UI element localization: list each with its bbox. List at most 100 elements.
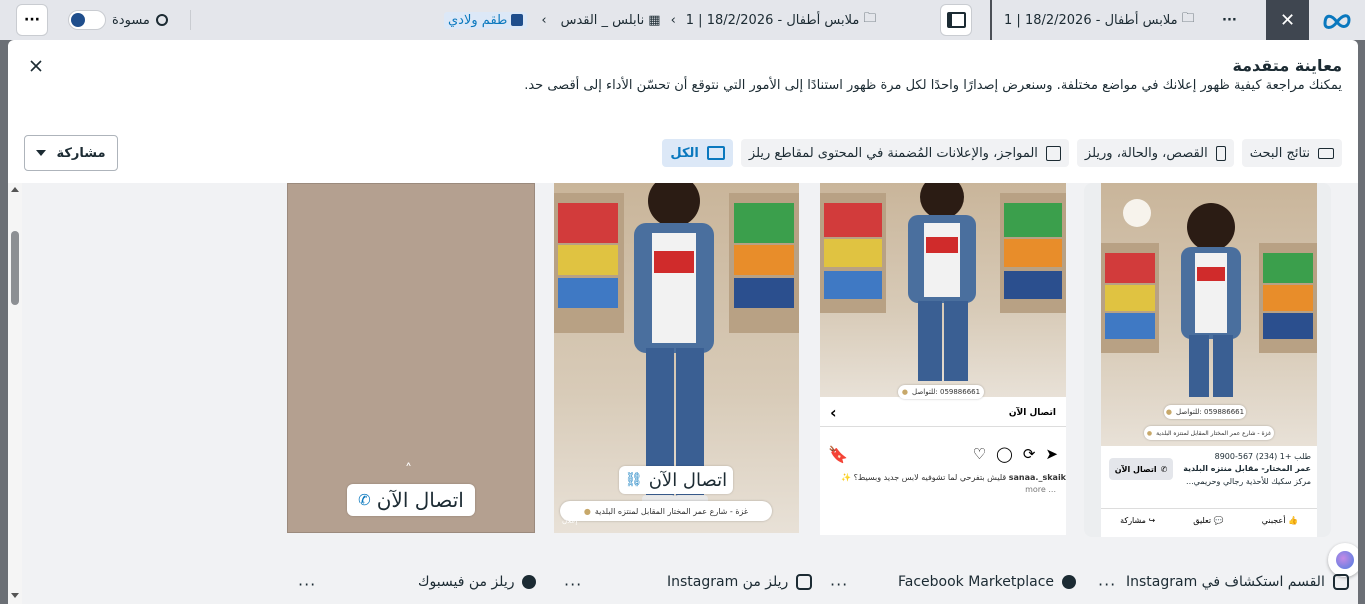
ig-reels-address-chip: غزة - شارع عمر المختار المقابل لمنتزه ال…: [560, 501, 772, 521]
share-button[interactable]: مشاركة: [24, 135, 118, 171]
more-options-button[interactable]: ···: [16, 4, 48, 36]
caption-username: sanaa._skaik: [1008, 473, 1066, 482]
explore-address-chip: غزة - شارع عمر المختار المقابل لمنتزه ال…: [1144, 426, 1274, 440]
caret-down-icon: [36, 150, 47, 156]
ad-more-button[interactable]: ···: [1222, 8, 1237, 32]
facebook-icon: [522, 575, 537, 589]
location-pin-icon: ●: [583, 506, 591, 516]
tab-stories[interactable]: القصص، والحالة، وريلز: [1076, 139, 1234, 167]
preview-card-ig-explore: 059886661 :للتواصل ● غزة - شارع عمر المخ…: [1084, 183, 1331, 537]
ig-reels-cta-label: اتصال الآن: [648, 469, 728, 491]
share-label: مشاركة: [56, 145, 106, 161]
ad-label: إعلان: [562, 517, 578, 525]
ad-breadcrumb-label: ملابس أطفال - 18/2/2026 | 1: [1004, 12, 1178, 28]
explore-info-panel: طلب +1 (234) 567-8900 عمر المختار- مقابل…: [1101, 446, 1317, 537]
instagram-icon: [796, 574, 813, 590]
caption-more-link[interactable]: more ...: [1025, 485, 1056, 494]
explore-call-label: اتصال الآن: [1114, 464, 1157, 474]
tab-feeds[interactable]: المواجز، والإعلانات المُضمنة في المحتوى …: [740, 139, 1069, 167]
scroll-down-icon[interactable]: [11, 593, 19, 598]
chevron-left-icon: ‹: [541, 12, 547, 28]
thumbs-up-icon: 👍: [1285, 516, 1298, 525]
folder-icon: 🗀: [863, 11, 877, 26]
placement-label-ig-explore: القسم استكشاف في Instagram: [1126, 571, 1349, 593]
placement-more-button[interactable]: ···: [298, 575, 316, 594]
bookmark-icon[interactable]: 🔖: [828, 445, 848, 464]
comment-icon[interactable]: ◯: [996, 445, 1013, 463]
share-action-label: مشاركة: [1120, 516, 1146, 525]
phone-text: 059886661 :للتواصل: [1176, 408, 1245, 416]
placement-more-button[interactable]: ···: [830, 575, 848, 594]
tab-stories-label: القصص، والحالة، وريلز: [1084, 145, 1208, 161]
placement-label-marketplace: Facebook Marketplace: [898, 571, 1077, 593]
link-icon: ⛓: [624, 472, 643, 488]
preview-card-marketplace: 059886661 :للتواصل ● ‹ اتصال الآن 🔖 ♡ ◯ …: [820, 183, 1066, 535]
tab-all-label: الكل: [670, 145, 699, 161]
placement-more-button[interactable]: ···: [564, 575, 582, 594]
explore-phone-line: طلب +1 (234) 567-8900: [1214, 452, 1311, 461]
toggle-knob: [71, 13, 85, 27]
address-text: غزة - شارع عمر المختار المقابل لمنتزه ال…: [594, 506, 749, 516]
send-icon[interactable]: ➤: [1045, 445, 1058, 463]
divider: [1101, 508, 1317, 509]
tab-all[interactable]: الكل: [662, 139, 733, 167]
share-arrow-icon: ↪: [1145, 516, 1156, 525]
draft-toggle[interactable]: [68, 10, 106, 30]
like-button[interactable]: 👍 أعجبني: [1262, 516, 1298, 525]
comment-button[interactable]: 💬 تعليق: [1193, 516, 1223, 525]
square-icon: [1045, 145, 1061, 161]
more-icon: ···: [24, 12, 40, 28]
chevron-left-icon: ‹: [830, 403, 837, 422]
placement-more-button[interactable]: ···: [1098, 575, 1116, 594]
breadcrumb-campaign[interactable]: ▦ نابلس _ القدس: [561, 13, 661, 28]
explore-desc: مركز سكيك للأحذية رجالي وحريمي...: [1186, 477, 1311, 486]
scrollbar[interactable]: [8, 183, 22, 604]
breadcrumb-adset[interactable]: 🗀 ملابس أطفال - 18/2/2026 | 1: [686, 9, 877, 31]
close-pane-button[interactable]: ✕: [1266, 0, 1309, 40]
tab-feeds-label: المواجز، والإعلانات المُضمنة في المحتوى …: [748, 145, 1038, 161]
close-button[interactable]: [26, 56, 46, 76]
meta-logo-icon: [1322, 10, 1352, 34]
sidebar-icon: [946, 12, 966, 28]
advanced-preview-modal: معاينة متقدمة يمكنك مراجعة كيفية ظهور إع…: [8, 40, 1358, 604]
preview-card-ig-reels: اتصال الآن ⛓ غزة - شارع عمر المختار المق…: [554, 183, 799, 533]
scrollbar-thumb[interactable]: [11, 231, 19, 305]
preview-area: ˄ اتصال الآن ✆ اتصال الآن ⛓ غزة - شارع ع…: [8, 183, 1358, 604]
comment-label: تعليق: [1193, 516, 1212, 525]
marketplace-cta-bar[interactable]: ‹ اتصال الآن: [820, 399, 1066, 427]
marketplace-cta-label: اتصال الآن: [1008, 407, 1056, 418]
breadcrumb: طقم ولادي ‹ ▦ نابلس _ القدس ‹ 🗀 ملابس أط…: [444, 8, 876, 32]
avatar-icon: ●: [901, 388, 909, 396]
tab-search[interactable]: نتائج البحث: [1241, 139, 1342, 167]
breadcrumb-account-label: طقم ولادي: [448, 12, 508, 28]
close-icon: ✕: [1279, 9, 1296, 31]
top-bar: ··· مسودة طقم ولادي ‹ ▦ نابلس _ القدس ‹ …: [0, 0, 1365, 40]
close-icon: [30, 60, 42, 72]
campaign-icon: [511, 14, 524, 26]
modal-subtitle: يمكنك مراجعة كيفية ظهور إعلانك في مواضع …: [524, 78, 1342, 93]
ad-breadcrumb[interactable]: 🗀 ملابس أطفال - 18/2/2026 | 1: [1004, 8, 1195, 32]
location-pin-icon: ●: [1146, 429, 1153, 437]
scroll-up-icon[interactable]: [11, 187, 19, 192]
placement-label-text: القسم استكشاف في Instagram: [1126, 574, 1325, 590]
ig-reels-cta-button[interactable]: اتصال الآن ⛓: [619, 466, 733, 494]
placement-label-text: Facebook Marketplace: [898, 574, 1055, 590]
facebook-icon: [1062, 575, 1077, 589]
breadcrumb-adset-label: ملابس أطفال - 18/2/2026 | 1: [685, 12, 860, 28]
repost-icon[interactable]: ⟳: [1023, 445, 1036, 463]
draft-status: مسودة: [112, 8, 168, 32]
tab-search-label: نتائج البحث: [1249, 145, 1310, 161]
ad-photo: [820, 183, 1066, 397]
heart-icon[interactable]: ♡: [973, 445, 986, 463]
instagram-icon: [1332, 574, 1349, 590]
phone-icon: ✆: [358, 491, 371, 509]
breadcrumb-account[interactable]: طقم ولادي: [444, 11, 528, 29]
explore-call-button[interactable]: ✆ اتصال الآن: [1109, 458, 1173, 480]
comment-icon: 💬: [1211, 516, 1224, 525]
folder-icon: 🗀: [1181, 11, 1195, 26]
placement-label-ig-reels: ريلز من Instagram: [667, 571, 813, 593]
marketplace-caption: sanaa._skaik قليش بتفرحي لما تشوفيه لابس…: [826, 473, 1066, 482]
sidebar-toggle-button[interactable]: [940, 4, 972, 36]
fb-reels-cta-button[interactable]: اتصال الآن ✆: [347, 484, 475, 516]
share-action-button[interactable]: ↪ مشاركة: [1120, 516, 1155, 525]
